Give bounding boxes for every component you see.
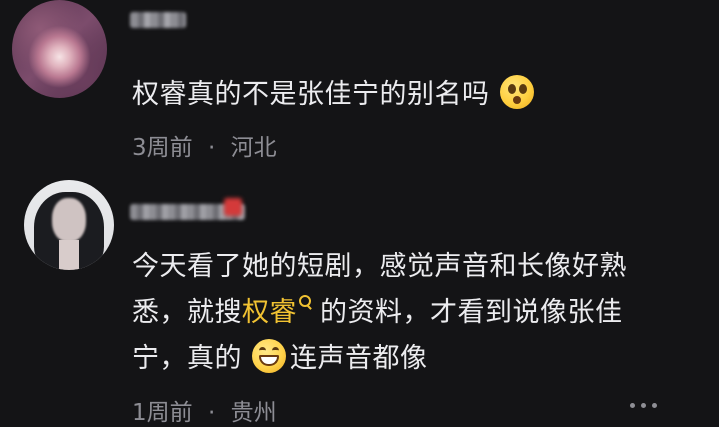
comment-time: 1周前 <box>132 400 193 426</box>
comment-text-content: 宁，真的 <box>132 343 242 374</box>
meta-separator: · <box>207 135 216 161</box>
comment-text-content: 今天看了她的短剧，感觉声音和长像好熟 <box>132 251 627 282</box>
comment-meta: 3周前 · 河北 <box>132 128 277 162</box>
comment-text-line: 今天看了她的短剧，感觉声音和长像好熟 <box>132 245 627 289</box>
comment-meta: 1周前 · 贵州 <box>132 393 277 427</box>
comment-time: 3周前 <box>132 135 193 161</box>
comment-location: 贵州 <box>230 400 277 426</box>
meta-separator: · <box>207 400 216 426</box>
search-icon[interactable] <box>299 295 312 313</box>
comment-text-content: 权睿真的不是张佳宁的别名吗 <box>132 79 490 110</box>
badge-redacted <box>224 198 242 216</box>
comment-text-content: 连声音都像 <box>290 343 428 374</box>
comment-text-content: 的资料，才看到说像张佳 <box>320 297 623 328</box>
avatar[interactable] <box>24 180 114 270</box>
comment-text-line: 宁，真的 连声音都像 <box>132 337 428 381</box>
more-dots-icon[interactable] <box>627 400 661 412</box>
comment-text-content: 悉，就搜 <box>132 297 242 328</box>
avatar[interactable] <box>12 0 107 98</box>
grinning-face-icon <box>252 339 286 373</box>
comment-text-line: 悉，就搜权睿 的资料，才看到说像张佳 <box>132 291 623 335</box>
search-keyword-link[interactable]: 权睿 <box>242 297 297 328</box>
username-redacted[interactable] <box>130 12 186 28</box>
comment-location: 河北 <box>230 135 277 161</box>
comment-item: 权睿真的不是张佳宁的别名吗 3周前 · 河北 <box>0 0 719 180</box>
shocked-face-icon <box>499 75 534 109</box>
comment-text: 权睿真的不是张佳宁的别名吗 <box>132 73 538 117</box>
